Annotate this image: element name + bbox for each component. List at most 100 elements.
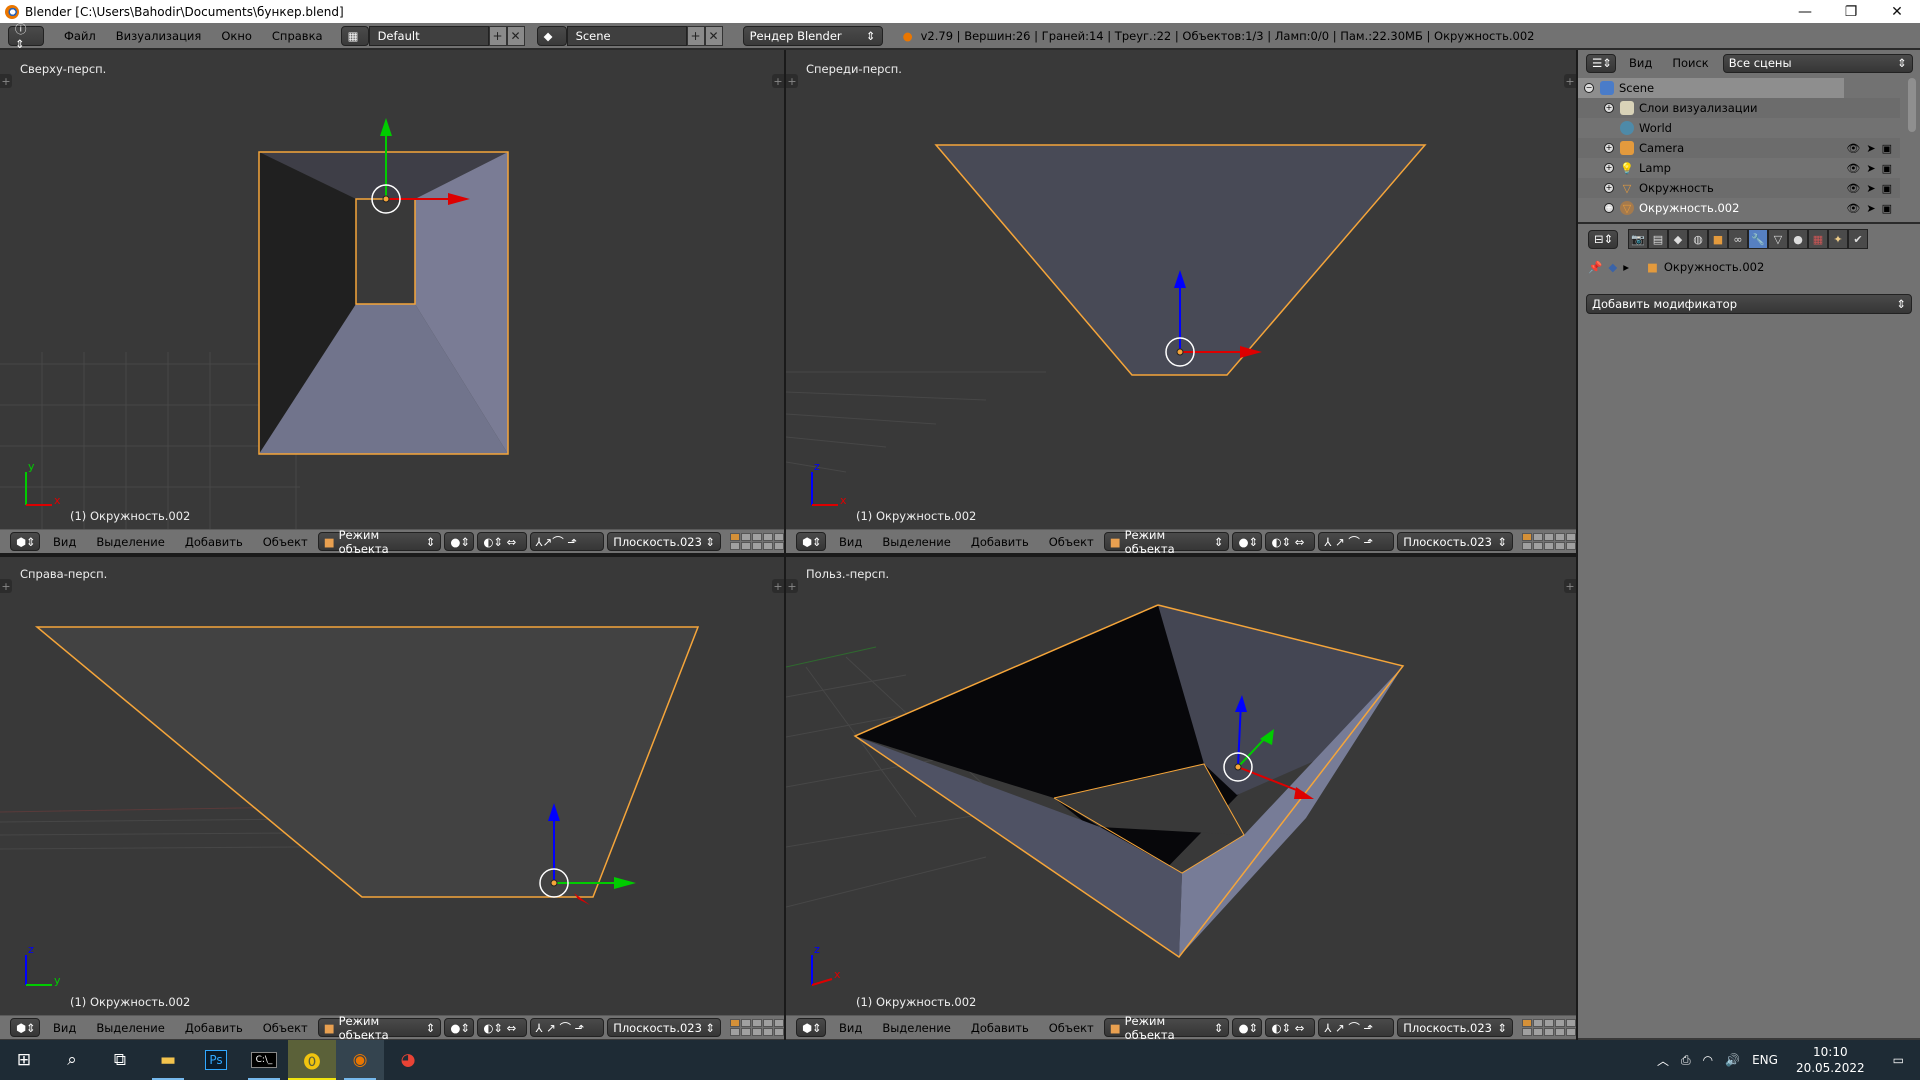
- photoshop-icon[interactable]: Ps: [192, 1040, 240, 1080]
- shading-select[interactable]: ●⇕: [444, 532, 475, 551]
- orientation-select[interactable]: Плоскость.023 ⇕: [1397, 532, 1514, 551]
- viewport-front[interactable]: z x Спереди-персп. (1) Окружность.002 + …: [786, 52, 1576, 529]
- pin-icon[interactable]: 📌: [1588, 260, 1602, 274]
- tab-data-icon[interactable]: ▽: [1768, 229, 1788, 249]
- collapse-icon[interactable]: −: [1584, 83, 1594, 93]
- toolshelf-toggle[interactable]: +: [786, 579, 798, 593]
- menu-add[interactable]: Добавить: [961, 1021, 1039, 1035]
- task-view-icon[interactable]: ⧉: [96, 1040, 144, 1080]
- toolshelf-toggle[interactable]: +: [0, 579, 12, 593]
- display-mode-select[interactable]: Все сцены ⇕: [1722, 53, 1913, 73]
- menu-window[interactable]: Окно: [211, 29, 262, 43]
- screen-layout-icon[interactable]: ▦: [340, 25, 369, 46]
- menu-add[interactable]: Добавить: [175, 535, 253, 549]
- visibility-eye-icon[interactable]: 👁: [1846, 182, 1860, 195]
- close-button[interactable]: ✕: [1874, 0, 1920, 23]
- select-arrow-icon[interactable]: ➤: [1866, 162, 1875, 175]
- scene-field[interactable]: Scene: [566, 25, 687, 46]
- menu-select[interactable]: Выделение: [872, 535, 961, 549]
- menu-add[interactable]: Добавить: [175, 1021, 253, 1035]
- editor-type-3d-icon[interactable]: ⬢⇕: [796, 532, 826, 551]
- outliner-item-camera[interactable]: + Camera 👁 ➤ ▣: [1578, 138, 1900, 158]
- add-scene-button[interactable]: +: [686, 25, 705, 46]
- manipulator-toggles[interactable]: ⅄ ↗ ⌒ ⬏: [1318, 1018, 1395, 1037]
- language-indicator[interactable]: ENG: [1746, 1053, 1784, 1067]
- outliner-menu-view[interactable]: Вид: [1619, 56, 1662, 70]
- expand-icon[interactable]: +: [1604, 203, 1614, 213]
- menu-select[interactable]: Выделение: [86, 1021, 175, 1035]
- editor-type-outliner-icon[interactable]: ☰⇕: [1586, 53, 1616, 73]
- expand-icon[interactable]: +: [1604, 103, 1614, 113]
- menu-render[interactable]: Визуализация: [106, 29, 212, 43]
- render-camera-icon[interactable]: ▣: [1882, 202, 1892, 215]
- tab-render-icon[interactable]: 📷: [1628, 229, 1648, 249]
- editor-type-info-icon[interactable]: ⓘ ⇕: [8, 22, 44, 51]
- render-camera-icon[interactable]: ▣: [1882, 162, 1892, 175]
- expand-icon[interactable]: +: [1604, 143, 1614, 153]
- select-arrow-icon[interactable]: ➤: [1866, 142, 1875, 155]
- properties-toggle[interactable]: +: [1564, 579, 1576, 593]
- mode-select[interactable]: ■ Режим объекта ⇕: [1103, 528, 1230, 556]
- menu-object[interactable]: Объект: [253, 535, 318, 549]
- blender-taskbar-icon[interactable]: ◉: [336, 1040, 384, 1080]
- menu-view[interactable]: Вид: [43, 535, 86, 549]
- render-camera-icon[interactable]: ▣: [1882, 142, 1892, 155]
- tab-physics-icon[interactable]: ✔: [1848, 229, 1868, 249]
- notifications-icon[interactable]: ▭: [1877, 1053, 1920, 1067]
- tab-material-icon[interactable]: ●: [1788, 229, 1808, 249]
- tab-scene-icon[interactable]: ◆: [1668, 229, 1688, 249]
- outliner-item-lamp[interactable]: + 💡 Lamp 👁 ➤ ▣: [1578, 158, 1900, 178]
- add-layout-button[interactable]: +: [488, 25, 507, 46]
- editor-type-properties-icon[interactable]: ⊟⇕: [1588, 229, 1618, 249]
- orientation-select[interactable]: Плоскость.023 ⇕: [607, 532, 721, 551]
- search-icon[interactable]: ⌕: [48, 1040, 96, 1080]
- tab-world-icon[interactable]: ◍: [1688, 229, 1708, 249]
- manipulator-toggles[interactable]: ⅄ ↗ ⌒ ⬏: [529, 532, 605, 551]
- start-button[interactable]: ⊞: [0, 1040, 48, 1080]
- expand-icon[interactable]: +: [1604, 183, 1614, 193]
- properties-toggle[interactable]: +: [1564, 74, 1576, 88]
- add-modifier-select[interactable]: Добавить модификатор ⇕: [1586, 294, 1912, 314]
- menu-add[interactable]: Добавить: [961, 535, 1039, 549]
- mode-select[interactable]: ■ Режим объекта ⇕: [317, 528, 442, 556]
- menu-select[interactable]: Выделение: [86, 535, 175, 549]
- orientation-select[interactable]: Плоскость.023 ⇕: [1397, 1018, 1514, 1037]
- outliner-item-render-layers[interactable]: + Слои визуализации: [1578, 98, 1900, 118]
- layer-buttons[interactable]: [730, 533, 784, 550]
- visibility-eye-icon[interactable]: 👁: [1846, 162, 1860, 175]
- manipulator-toggles[interactable]: ⅄ ↗ ⌒ ⬏: [1318, 532, 1395, 551]
- menu-object[interactable]: Объект: [1039, 1021, 1104, 1035]
- render-camera-icon[interactable]: ▣: [1882, 182, 1892, 195]
- render-engine-select[interactable]: Рендер Blender ⇕: [742, 25, 883, 46]
- outliner-item-mesh[interactable]: + ▽ Окружность 👁 ➤ ▣: [1578, 178, 1900, 198]
- tab-particles-icon[interactable]: ✦: [1828, 229, 1848, 249]
- shading-select[interactable]: ●⇕: [444, 1018, 475, 1037]
- remove-layout-button[interactable]: ✕: [506, 25, 525, 46]
- remove-scene-button[interactable]: ✕: [704, 25, 723, 46]
- viewport-right[interactable]: z y Справа-персп. (1) Окружность.002 + +: [0, 557, 784, 1015]
- menu-select[interactable]: Выделение: [872, 1021, 961, 1035]
- menu-view[interactable]: Вид: [829, 535, 872, 549]
- toolshelf-toggle[interactable]: +: [786, 74, 798, 88]
- tab-object-icon[interactable]: ■: [1708, 229, 1728, 249]
- app-a-icon[interactable]: ⓿: [288, 1040, 336, 1080]
- expand-icon[interactable]: +: [1604, 163, 1614, 173]
- outliner-menu-search[interactable]: Поиск: [1662, 56, 1718, 70]
- tab-constraints-icon[interactable]: ∞: [1728, 229, 1748, 249]
- menu-view[interactable]: Вид: [43, 1021, 86, 1035]
- meet-now-icon[interactable]: ⎙: [1675, 1053, 1697, 1068]
- viewport-top[interactable]: y x Сверху-персп. (1) Окружность.002 + +: [0, 52, 784, 529]
- select-arrow-icon[interactable]: ➤: [1866, 182, 1875, 195]
- menu-object[interactable]: Объект: [253, 1021, 318, 1035]
- chrome-icon[interactable]: ◕: [384, 1040, 432, 1080]
- editor-type-3d-icon[interactable]: ⬢⇕: [796, 1018, 826, 1037]
- layer-buttons[interactable]: [1522, 533, 1577, 550]
- shading-select[interactable]: ●⇕: [1232, 1018, 1263, 1037]
- manipulator-toggles[interactable]: ⅄ ↗ ⌒ ⬏: [529, 1018, 605, 1037]
- mode-select[interactable]: ■ Режим объекта ⇕: [1103, 1014, 1230, 1042]
- toolshelf-toggle[interactable]: +: [0, 74, 12, 88]
- menu-object[interactable]: Объект: [1039, 535, 1104, 549]
- editor-type-3d-icon[interactable]: ⬢⇕: [10, 1018, 40, 1037]
- tab-render-layers-icon[interactable]: ▤: [1648, 229, 1668, 249]
- orientation-select[interactable]: Плоскость.023 ⇕: [607, 1018, 721, 1037]
